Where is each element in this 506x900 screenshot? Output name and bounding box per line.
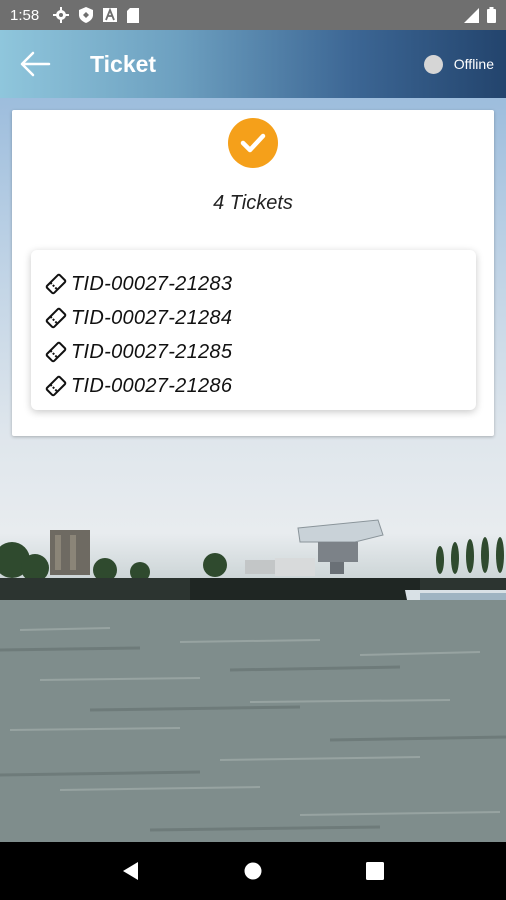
ticket-icon [45,375,67,397]
page-title: Ticket [90,50,157,77]
offline-label: Offline [453,56,494,72]
status-bar: 1:58 [0,0,506,30]
ticket-row[interactable]: TID-00027-21285 [31,335,476,369]
offline-toggle[interactable]: Offline [423,54,494,74]
arrow-left-icon [20,51,51,77]
ticket-row[interactable]: TID-00027-21284 [31,301,476,335]
sd-card-icon [127,7,140,23]
settings-icon [53,7,70,23]
check-icon [240,133,266,153]
ticket-id: TID-00027-21284 [71,306,233,329]
ticket-icon [45,273,67,295]
back-button[interactable] [0,30,70,98]
nav-back-button[interactable] [111,851,151,891]
signal-icon [464,7,479,23]
font-a-icon [103,8,118,22]
square-recents-icon [366,862,384,880]
ticket-icon [45,341,67,363]
shield-icon [79,7,94,23]
app-bar: Ticket Offline [0,30,506,98]
system-nav-bar [0,842,506,900]
ticket-list: TID-00027-21283 TID-00027-21284 TID-0002… [31,250,476,410]
nav-home-button[interactable] [233,851,273,891]
ticket-id: TID-00027-21286 [71,374,233,397]
ticket-id: TID-00027-21285 [71,340,233,363]
ticket-row[interactable]: TID-00027-21286 [31,369,476,403]
status-dot-icon [423,54,443,74]
ticket-count: 4 Tickets [213,192,293,214]
circle-home-icon [244,862,262,880]
ticket-id: TID-00027-21283 [71,272,233,295]
nav-recents-button[interactable] [355,851,395,891]
battery-icon [487,7,496,23]
success-badge [228,118,278,168]
ticket-icon [45,307,67,329]
status-time: 1:58 [10,6,40,24]
ticket-row[interactable]: TID-00027-21283 [31,267,476,301]
triangle-back-icon [123,862,138,880]
